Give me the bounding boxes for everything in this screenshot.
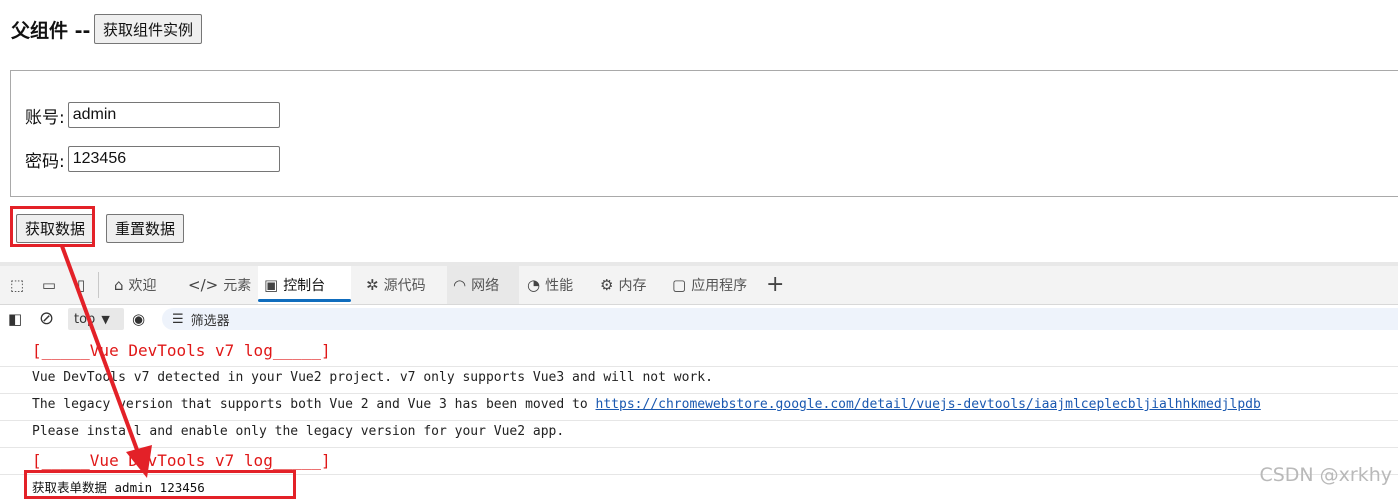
console-icon: ▣ <box>264 276 279 294</box>
chrome-store-link[interactable]: https://chromewebstore.google.com/detail… <box>596 397 1261 412</box>
message-text: The legacy version that supports both Vu… <box>32 397 596 412</box>
filter-label: 筛选器 <box>190 313 230 329</box>
dock-panel-icon[interactable]: ▯ <box>70 274 92 296</box>
console-toolbar: ◧ ⊘ top ▼ ◉ ☰ 筛选器 <box>0 305 1398 332</box>
home-icon: ⌂ <box>114 276 124 294</box>
console-message: Please install and enable only the legac… <box>32 424 565 439</box>
console-message: Vue DevTools v7 detected in your Vue2 pr… <box>32 370 713 385</box>
chip-icon: ⚙ <box>600 276 614 294</box>
log-divider <box>0 420 1398 421</box>
tab-console[interactable]: ▣ 控制台 <box>258 266 351 304</box>
device-emulation-icon[interactable]: ▭ <box>38 274 60 296</box>
console-banner: [_____Vue DevTools v7 log_____] <box>32 451 331 470</box>
csdn-watermark: CSDN @xrkhy <box>1259 464 1392 486</box>
inspect-element-icon[interactable]: ⬚ <box>6 274 28 296</box>
eye-icon[interactable]: ◉ <box>132 308 145 329</box>
tab-divider <box>98 272 99 298</box>
tab-application[interactable]: ▢ 应用程序 <box>666 266 753 304</box>
caret-down-icon: ▼ <box>101 312 110 326</box>
devtools-tab-bar: ⬚ ▭ ▯ ⌂ 欢迎 </> 元素 ▣ 控制台 ✲ 源代码 ◠ 网络 ◔ 性能 … <box>0 266 1398 305</box>
tab-memory[interactable]: ⚙ 内存 <box>594 266 652 304</box>
page-title: 父组件 -- <box>11 19 91 42</box>
get-data-highlight-box <box>10 206 95 247</box>
tab-label: 元素 <box>223 278 252 294</box>
tab-label: 应用程序 <box>691 278 748 294</box>
tab-label: 控制台 <box>283 278 326 294</box>
console-filter[interactable]: ☰ 筛选器 <box>162 308 1398 330</box>
console-output: [_____Vue DevTools v7 log_____] Vue DevT… <box>0 333 1398 500</box>
context-selector[interactable]: top ▼ <box>68 308 124 330</box>
add-tool-icon[interactable]: + <box>766 272 784 297</box>
tab-label: 欢迎 <box>128 278 157 294</box>
account-label: 账号: <box>25 107 65 128</box>
log-divider <box>0 447 1398 448</box>
context-value: top <box>74 311 96 327</box>
filter-icon: ☰ <box>172 311 184 327</box>
wifi-icon: ◠ <box>453 276 467 294</box>
tab-sources[interactable]: ✲ 源代码 <box>360 266 432 304</box>
get-instance-button[interactable]: 获取组件实例 <box>94 14 203 44</box>
account-input[interactable] <box>67 102 280 128</box>
performance-icon: ◔ <box>527 276 541 294</box>
log-divider <box>0 366 1398 367</box>
tab-label: 网络 <box>471 278 500 294</box>
parent-component-title: 父组件 -- <box>11 14 90 44</box>
password-input[interactable] <box>67 146 280 172</box>
tab-performance[interactable]: ◔ 性能 <box>521 266 579 304</box>
reset-data-button[interactable]: 重置数据 <box>106 214 185 243</box>
tab-label: 源代码 <box>383 278 426 294</box>
tab-label: 性能 <box>545 278 574 294</box>
form-data-highlight-box <box>24 470 296 499</box>
console-banner: [_____Vue DevTools v7 log_____] <box>32 341 331 360</box>
password-label: 密码: <box>25 151 65 172</box>
app-icon: ▢ <box>672 276 687 294</box>
tab-elements[interactable]: </> 元素 <box>182 266 257 304</box>
account-row: 账号: <box>25 102 280 128</box>
child-component-form: 账号: 密码: <box>10 70 1398 197</box>
clear-console-icon[interactable]: ⊘ <box>39 308 54 329</box>
password-row: 密码: <box>25 146 280 172</box>
log-divider <box>0 393 1398 394</box>
console-message: The legacy version that supports both Vu… <box>32 397 1261 412</box>
code-icon: </> <box>188 276 219 294</box>
sidebar-toggle-icon[interactable]: ◧ <box>8 308 22 329</box>
tab-label: 内存 <box>618 278 647 294</box>
tab-network[interactable]: ◠ 网络 <box>447 266 519 304</box>
bug-icon: ✲ <box>366 276 379 294</box>
tab-welcome[interactable]: ⌂ 欢迎 <box>108 266 163 304</box>
